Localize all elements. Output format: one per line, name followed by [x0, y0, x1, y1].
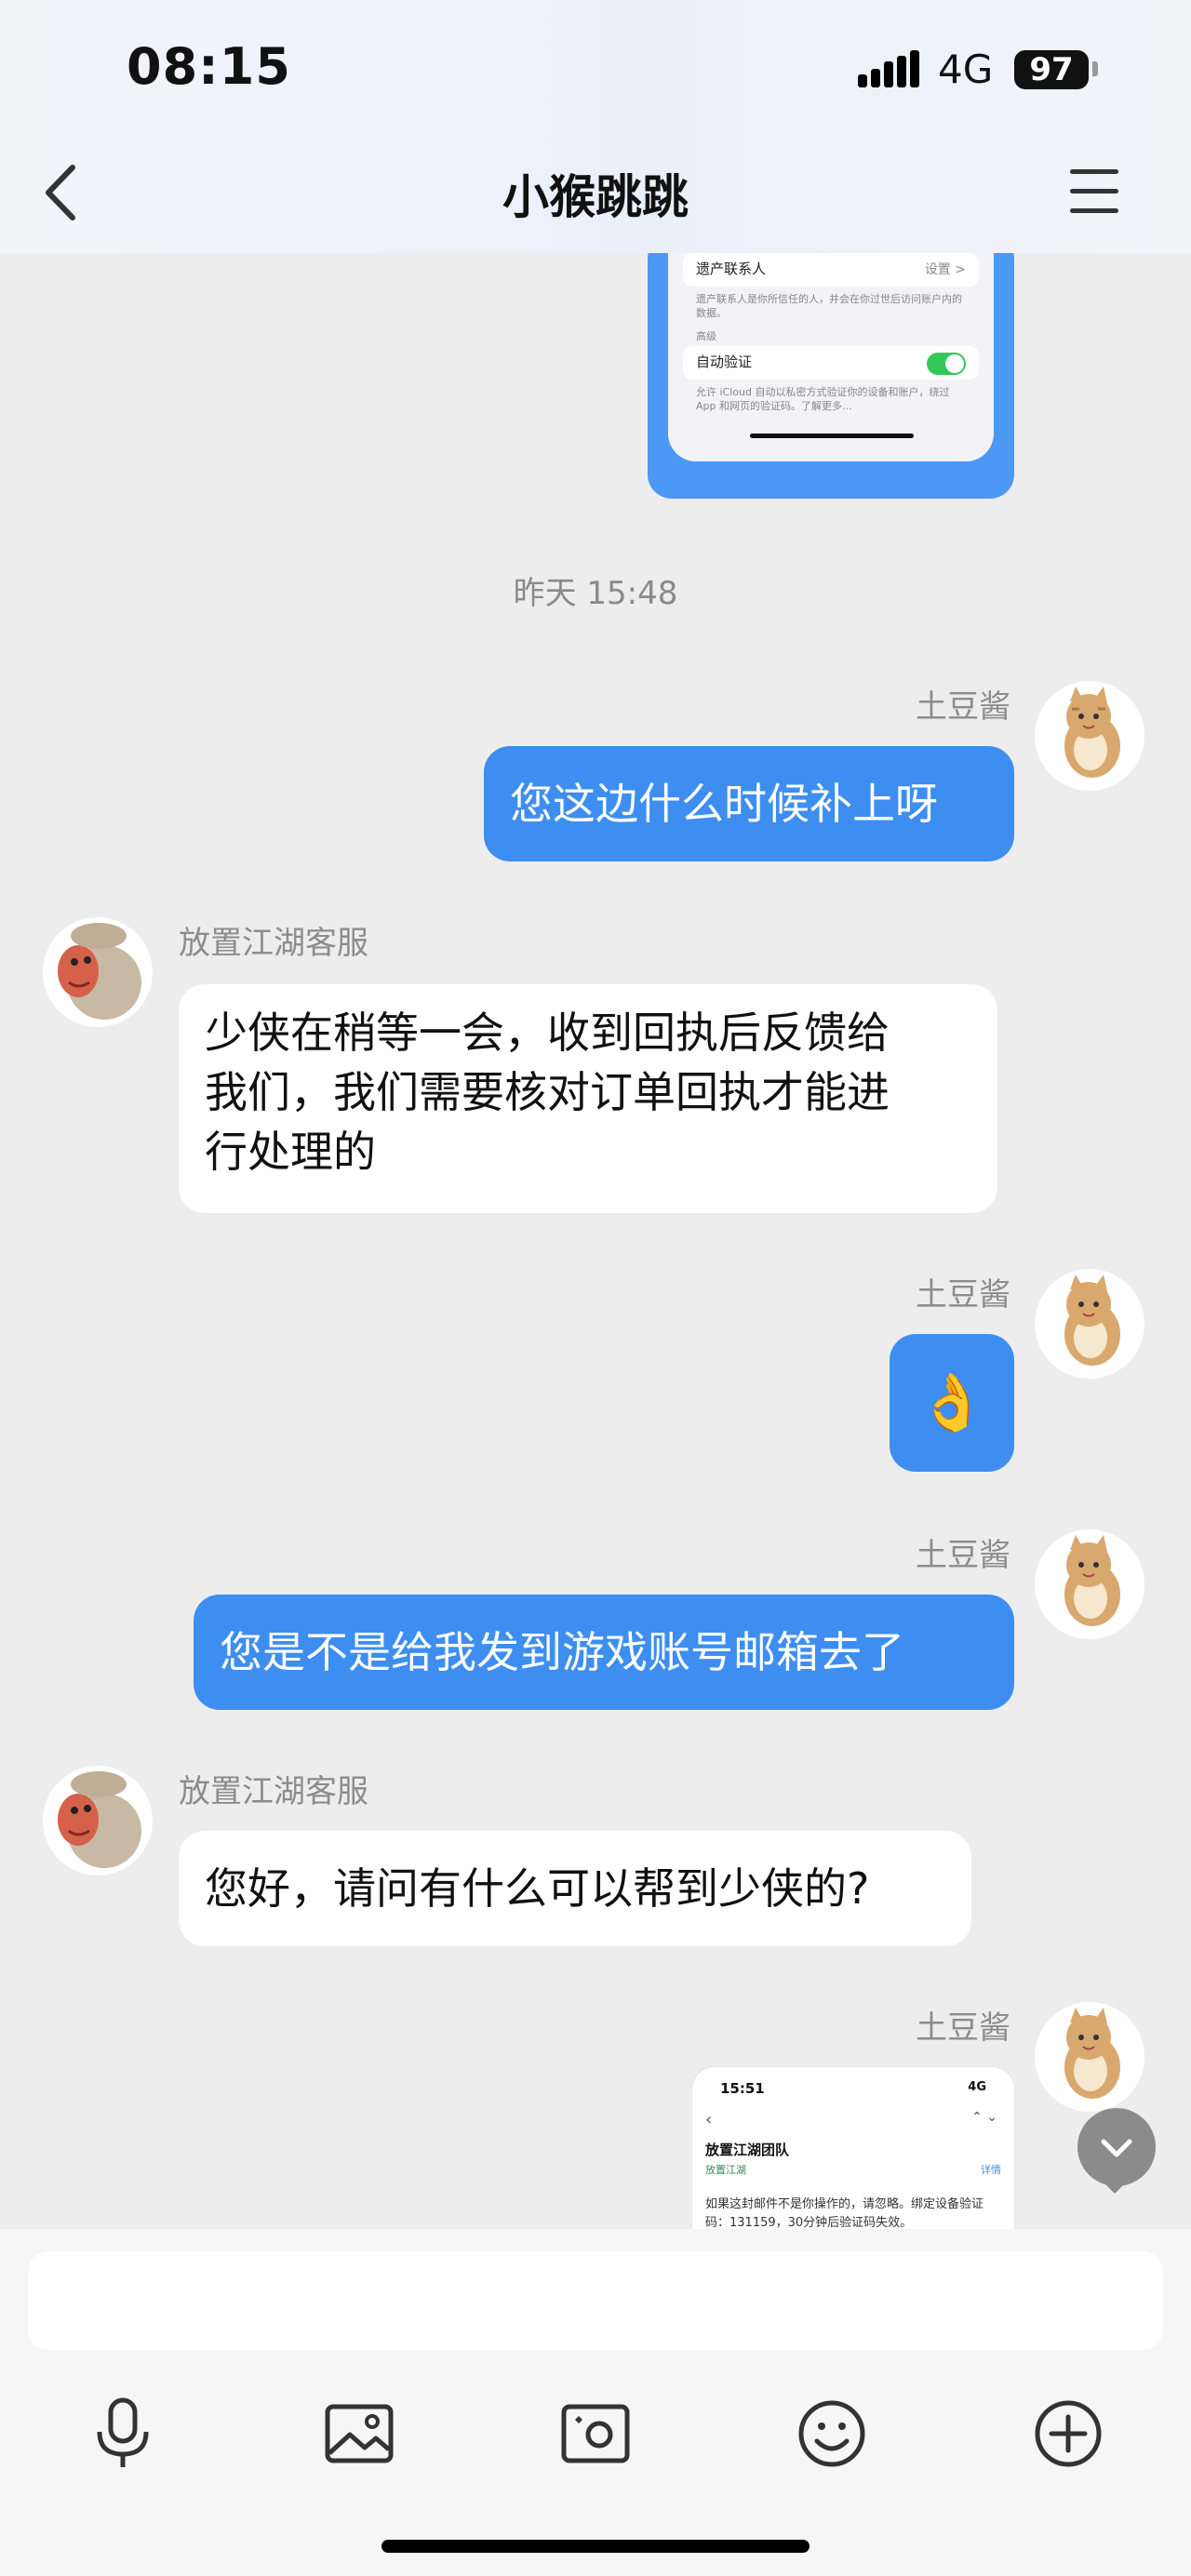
sender-name: 土豆酱 — [916, 1537, 1010, 1574]
home-indicator — [750, 434, 914, 438]
shot-detail: 详情 — [981, 2164, 1001, 2176]
shot-body: 如果这封邮件不是你操作的，请忽略。绑定设备验证 — [705, 2197, 984, 2211]
message-bubble-out[interactable]: 您这边什么时候补上呀 — [484, 746, 1014, 861]
settings-row-label: 自动验证 — [696, 354, 753, 370]
shot-time: 15:51 — [720, 2080, 765, 2097]
settings-note: 允许 iCloud 自动以私密方式验证你的设备和账户，绕过 App 和网页的验证… — [696, 386, 950, 412]
shot-nav-arrows-icon: ⌃ ⌄ — [971, 2110, 997, 2125]
signal-icon — [858, 50, 919, 87]
chat-title: 小猴跳跳 — [502, 170, 689, 224]
image-message-mail-screenshot[interactable]: 15:51 4G ‹ ⌃ ⌄ 放置江湖团队 放置江湖 详情 如果这封邮件不是你操… — [692, 2067, 1014, 2229]
avatar[interactable] — [1035, 1269, 1144, 1379]
avatar[interactable] — [1035, 2002, 1144, 2112]
shot-sub: 放置江湖 — [705, 2164, 746, 2176]
microphone-icon[interactable] — [76, 2387, 169, 2480]
plus-icon[interactable] — [1022, 2387, 1115, 2480]
shot-sender: 放置江湖团队 — [705, 2142, 790, 2158]
hamburger-menu-icon[interactable] — [1070, 169, 1118, 214]
message-list[interactable]: 遗产联系人 设置 > 遗产联系人是你所信任的人，并会在你过世后访问账户内的数据。… — [0, 253, 1191, 2229]
input-panel — [0, 2229, 1191, 2576]
image-icon[interactable] — [313, 2387, 406, 2480]
avatar[interactable] — [1035, 1529, 1144, 1639]
sender-name: 土豆酱 — [916, 2009, 1010, 2047]
avatar[interactable] — [43, 1766, 153, 1875]
status-time: 08:15 — [127, 37, 291, 96]
message-input[interactable] — [28, 2251, 1163, 2350]
network-type: 4G — [938, 47, 994, 92]
sender-name: 放置江湖客服 — [179, 1773, 368, 1810]
message-bubble-out[interactable]: 您是不是给我发到游戏账号邮箱去了 — [194, 1595, 1014, 1710]
camera-icon[interactable] — [549, 2387, 642, 2480]
settings-note: 遗产联系人是你所信任的人，并会在你过世后访问账户内的数据。 — [696, 293, 962, 319]
emoji-icon[interactable] — [785, 2387, 878, 2480]
sender-name: 土豆酱 — [916, 1276, 1010, 1314]
chevron-down-icon — [1101, 2139, 1132, 2157]
battery-cap — [1092, 61, 1098, 76]
sender-name: 放置江湖客服 — [179, 925, 368, 962]
message-line: 我们，我们需要核对订单回执才能进 — [205, 1067, 890, 1117]
message-bubble-in[interactable]: 您好，请问有什么可以帮到少侠的? — [179, 1831, 971, 1946]
shot-back-icon: ‹ — [705, 2110, 713, 2129]
avatar[interactable] — [1035, 681, 1144, 791]
settings-row-label: 遗产联系人 — [696, 260, 767, 277]
sender-name: 土豆酱 — [916, 688, 1010, 726]
shot-net: 4G — [968, 2080, 986, 2094]
image-message-settings-screenshot[interactable]: 遗产联系人 设置 > 遗产联系人是你所信任的人，并会在你过世后访问账户内的数据。… — [648, 253, 1014, 499]
settings-row-value: 设置 > — [924, 262, 966, 277]
message-line: 少侠在稍等一会，收到回执后反馈给 — [205, 1008, 890, 1058]
message-timestamp: 昨天 15:48 — [513, 575, 678, 612]
shot-body: 码：131159，30分钟后验证码失效。 — [705, 2216, 913, 2229]
avatar[interactable] — [43, 917, 153, 1027]
scroll-to-bottom-button[interactable] — [1077, 2108, 1156, 2194]
message-bubble-out[interactable]: 👌 — [890, 1334, 1014, 1472]
settings-section-label: 高级 — [696, 330, 716, 342]
toggle-switch — [927, 353, 966, 375]
home-indicator — [381, 2540, 810, 2553]
battery-icon: 97 — [1014, 50, 1089, 89]
message-line: 行处理的 — [205, 1127, 376, 1177]
message-bubble-in[interactable]: 少侠在稍等一会，收到回执后反馈给 我们，我们需要核对订单回执才能进 行处理的 — [179, 984, 997, 1213]
top-bar: 08:15 4G 97 小猴跳跳 — [0, 0, 1191, 253]
